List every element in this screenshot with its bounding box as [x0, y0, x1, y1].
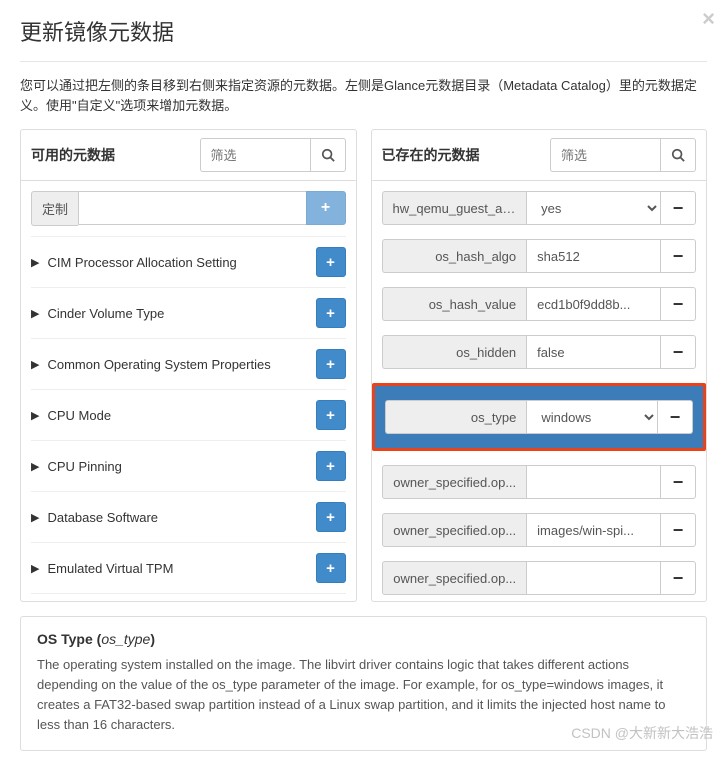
metadata-value-input[interactable]: [526, 287, 660, 321]
search-icon[interactable]: [660, 138, 696, 172]
metadata-row: owner_specified.op... −: [382, 561, 697, 595]
metadata-row: os_hidden −: [382, 335, 697, 369]
available-item: ▶ Guest Memory Backing +: [31, 593, 346, 601]
chevron-right-icon: ▶: [31, 409, 39, 422]
divider: [20, 61, 707, 62]
custom-label: 定制: [31, 191, 78, 226]
remove-button[interactable]: −: [660, 287, 696, 321]
metadata-row: os_hash_value −: [382, 287, 697, 321]
remove-button[interactable]: −: [660, 335, 696, 369]
metadata-key-label: os_type: [385, 400, 527, 434]
available-item-toggle[interactable]: ▶ CPU Pinning: [31, 459, 122, 474]
chevron-right-icon: ▶: [31, 256, 39, 269]
available-title: 可用的元数据: [31, 145, 115, 165]
existing-filter-input[interactable]: [550, 138, 660, 172]
help-title-italic: os_type: [101, 631, 150, 647]
metadata-value-input[interactable]: [526, 513, 660, 547]
remove-button[interactable]: −: [660, 239, 696, 273]
available-item-toggle[interactable]: ▶ CPU Mode: [31, 408, 111, 423]
metadata-value-input[interactable]: [526, 335, 660, 369]
remove-button[interactable]: −: [660, 465, 696, 499]
available-item-toggle[interactable]: ▶ Cinder Volume Type: [31, 306, 164, 321]
add-item-button[interactable]: +: [316, 400, 346, 430]
available-item-toggle[interactable]: ▶ Database Software: [31, 510, 158, 525]
available-item-toggle[interactable]: ▶ CIM Processor Allocation Setting: [31, 255, 237, 270]
custom-input[interactable]: [78, 191, 305, 225]
metadata-value-input[interactable]: [526, 239, 660, 273]
watermark: CSDN @大新新大浩浩: [571, 723, 713, 743]
available-item: ▶ Common Operating System Properties +: [31, 338, 346, 389]
add-item-button[interactable]: +: [316, 247, 346, 277]
available-item-label: Common Operating System Properties: [47, 357, 270, 372]
modal-description: 您可以通过把左侧的条目移到右侧来指定资源的元数据。左侧是Glance元数据目录（…: [20, 76, 707, 115]
available-item-label: Database Software: [47, 510, 158, 525]
remove-button[interactable]: −: [660, 191, 696, 225]
chevron-right-icon: ▶: [31, 307, 39, 320]
remove-button[interactable]: −: [660, 513, 696, 547]
available-metadata-panel: 可用的元数据 定制 + ▶ CIM Processor Allocation S…: [20, 129, 357, 602]
metadata-row: owner_specified.op... −: [382, 465, 697, 499]
metadata-row: owner_specified.op... −: [382, 513, 697, 547]
available-item-label: Emulated Virtual TPM: [47, 561, 173, 576]
chevron-right-icon: ▶: [31, 460, 39, 473]
close-icon[interactable]: ×: [702, 6, 715, 32]
available-item: ▶ CPU Pinning +: [31, 440, 346, 491]
remove-button[interactable]: −: [657, 400, 693, 434]
available-item: ▶ CPU Mode +: [31, 389, 346, 440]
metadata-key-label: owner_specified.op...: [382, 513, 527, 547]
available-item-label: CPU Mode: [47, 408, 111, 423]
metadata-key-label: os_hash_value: [382, 287, 527, 321]
add-item-button[interactable]: +: [316, 349, 346, 379]
available-item: ▶ Cinder Volume Type +: [31, 287, 346, 338]
add-item-button[interactable]: +: [316, 451, 346, 481]
metadata-row: os_hash_algo −: [382, 239, 697, 273]
help-title-prefix: OS Type (: [37, 631, 101, 647]
metadata-key-label: owner_specified.op...: [382, 465, 527, 499]
modal-title: 更新镜像元数据: [20, 15, 707, 47]
help-title-suffix: ): [150, 631, 155, 647]
add-item-button[interactable]: +: [316, 298, 346, 328]
remove-button[interactable]: −: [660, 561, 696, 595]
available-item-toggle[interactable]: ▶ Emulated Virtual TPM: [31, 561, 173, 576]
metadata-key-label: hw_qemu_guest_ag...: [382, 191, 527, 225]
chevron-right-icon: ▶: [31, 358, 39, 371]
existing-metadata-panel: 已存在的元数据 hw_qemu_guest_ag... yes − os_has…: [371, 129, 708, 602]
metadata-value-input[interactable]: [526, 561, 660, 595]
existing-title: 已存在的元数据: [382, 145, 480, 165]
metadata-row-highlighted: os_type windows −: [372, 383, 707, 451]
chevron-right-icon: ▶: [31, 511, 39, 524]
metadata-key-label: owner_specified.op...: [382, 561, 527, 595]
add-item-button[interactable]: +: [316, 553, 346, 583]
available-item: ▶ Emulated Virtual TPM +: [31, 542, 346, 593]
available-item-label: CPU Pinning: [47, 459, 121, 474]
available-item: ▶ CIM Processor Allocation Setting +: [31, 236, 346, 287]
add-custom-button[interactable]: +: [306, 191, 346, 225]
add-item-button[interactable]: +: [316, 502, 346, 532]
metadata-key-label: os_hash_algo: [382, 239, 527, 273]
available-item-toggle[interactable]: ▶ Common Operating System Properties: [31, 357, 271, 372]
available-item-label: CIM Processor Allocation Setting: [47, 255, 236, 270]
metadata-value-select[interactable]: yes: [526, 191, 660, 225]
search-icon[interactable]: [310, 138, 346, 172]
available-item: ▶ Database Software +: [31, 491, 346, 542]
available-filter-input[interactable]: [200, 138, 310, 172]
chevron-right-icon: ▶: [31, 562, 39, 575]
help-title: OS Type (os_type): [37, 631, 690, 647]
metadata-value-input[interactable]: [526, 465, 660, 499]
metadata-key-label: os_hidden: [382, 335, 527, 369]
available-item-label: Cinder Volume Type: [47, 306, 164, 321]
metadata-value-select[interactable]: windows: [526, 400, 657, 434]
metadata-row: hw_qemu_guest_ag... yes −: [382, 191, 697, 225]
